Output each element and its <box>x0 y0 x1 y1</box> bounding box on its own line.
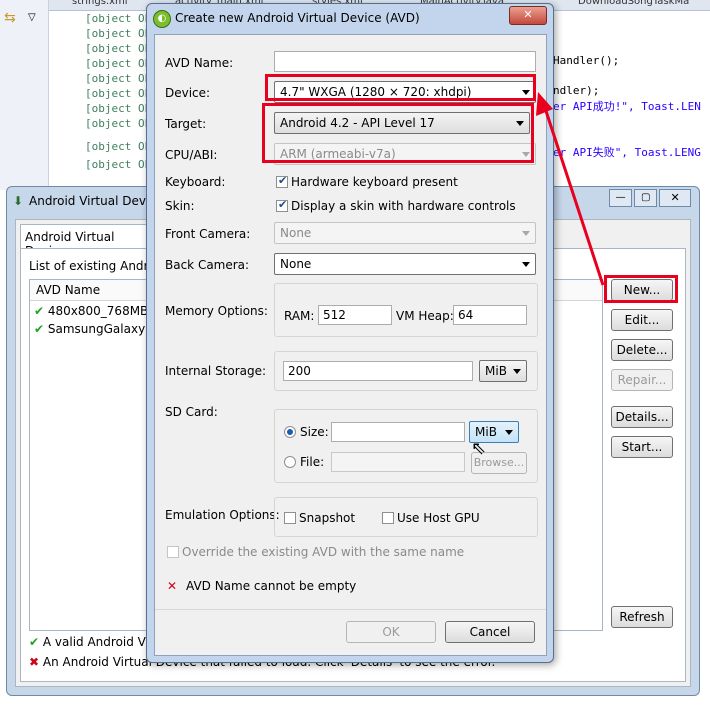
close-icon[interactable]: ✕ <box>659 189 691 207</box>
host-gpu-label: Use Host GPU <box>397 511 480 525</box>
sd-size-radio[interactable] <box>284 426 296 438</box>
internal-storage-label: Internal Storage: <box>165 364 267 378</box>
error-icon: ✕ <box>167 579 178 593</box>
sd-file-input[interactable] <box>331 452 465 472</box>
target-label: Target: <box>165 117 207 131</box>
chevron-down-icon <box>505 430 513 435</box>
avd-name-input[interactable] <box>274 51 536 72</box>
ide-side-panel: ⇆ ▽ <box>0 0 49 190</box>
chevron-down-icon <box>522 231 530 236</box>
tab-android-virtual-devices[interactable]: Android Virtual Devices <box>20 224 162 258</box>
ram-input[interactable]: 512 <box>318 305 392 325</box>
emulation-options-label: Emulation Options: <box>165 508 280 522</box>
internal-storage-group: 200 MiB <box>274 351 538 391</box>
check-icon: ✔ <box>29 635 40 649</box>
download-icon: ⬇ <box>13 194 24 208</box>
start-button[interactable]: Start... <box>611 436 673 458</box>
ok-button[interactable]: OK <box>346 621 436 643</box>
refresh-button[interactable]: Refresh <box>611 606 673 628</box>
internal-storage-input[interactable]: 200 <box>283 361 473 381</box>
front-camera-select[interactable]: None <box>274 222 536 244</box>
vm-heap-label: VM Heap: <box>396 309 454 323</box>
new-highlight-box <box>604 275 678 303</box>
back-camera-label: Back Camera: <box>165 258 250 272</box>
android-icon: ◐ <box>153 10 171 28</box>
skin-checkbox-label: Display a skin with hardware controls <box>291 199 516 213</box>
sd-file-radio[interactable] <box>284 456 296 468</box>
sd-size-label: Size: <box>300 425 329 439</box>
vm-heap-input[interactable]: 64 <box>453 305 527 325</box>
check-icon: ✔ <box>34 304 45 318</box>
chevron-down-icon <box>513 369 521 374</box>
keyboard-checkbox[interactable] <box>276 174 288 188</box>
front-camera-label: Front Camera: <box>165 227 251 241</box>
host-gpu-checkbox[interactable] <box>382 512 394 524</box>
override-checkbox[interactable] <box>167 546 179 558</box>
error-message: AVD Name cannot be empty <box>186 579 357 593</box>
maximize-icon[interactable]: ▢ <box>634 189 658 207</box>
back-camera-select[interactable]: None <box>274 253 536 275</box>
sync-icon[interactable]: ⇆ <box>4 10 16 26</box>
emulation-options-group: Snapshot Use Host GPU <box>274 497 538 537</box>
window-controls: — ▢ ✕ <box>609 189 691 207</box>
sd-card-label: SD Card: <box>165 405 218 419</box>
target-cpu-highlight-box <box>262 103 534 163</box>
skin-label: Skin: <box>165 199 195 213</box>
cancel-button[interactable]: Cancel <box>445 621 535 643</box>
memory-options-label: Memory Options: <box>165 304 268 318</box>
cpu-abi-label: CPU/ABI: <box>165 148 218 162</box>
mouse-cursor-icon: ⇖ <box>471 438 487 459</box>
edit-button[interactable]: Edit... <box>611 309 673 331</box>
editor-tab-strings[interactable]: strings.xml <box>72 0 128 8</box>
ram-label: RAM: <box>284 309 315 323</box>
window-title: Android Virtual Device <box>29 194 164 208</box>
override-label: Override the existing AVD with the same … <box>182 545 465 559</box>
list-item[interactable]: ✔ 480x800_768MB <box>34 304 148 320</box>
repair-button[interactable]: Repair... <box>611 369 673 391</box>
divider <box>155 609 546 610</box>
chevron-down-icon[interactable]: ▽ <box>28 12 36 23</box>
avd-name-label: AVD Name: <box>165 56 234 70</box>
cross-icon: ✖ <box>29 655 40 669</box>
sd-size-input[interactable] <box>331 422 465 442</box>
internal-storage-unit-select[interactable]: MiB <box>479 360 527 382</box>
snapshot-label: Snapshot <box>299 511 356 525</box>
keyboard-label: Keyboard: <box>165 175 226 189</box>
device-highlight-box <box>265 74 536 101</box>
device-label: Device: <box>165 86 211 100</box>
keyboard-checkbox-label: Hardware keyboard present <box>291 175 458 189</box>
sd-card-group: Size: MiB File: Browse... ⇖ <box>274 409 538 483</box>
column-header-avd-name[interactable]: AVD Name <box>36 283 100 297</box>
editor-tab-downloadsongtask[interactable]: DownloadSongTaskMa <box>578 0 689 8</box>
memory-options-group: RAM: 512 VM Heap: 64 <box>274 283 538 337</box>
chevron-down-icon <box>522 262 530 267</box>
minimize-icon[interactable]: — <box>609 189 633 207</box>
snapshot-checkbox[interactable] <box>284 512 296 524</box>
close-icon[interactable]: ✕ <box>509 6 547 25</box>
dialog-title: Create new Android Virtual Device (AVD) <box>175 11 420 25</box>
sd-file-label: File: <box>300 455 325 469</box>
delete-button[interactable]: Delete... <box>611 339 673 361</box>
check-icon: ✔ <box>34 322 45 336</box>
skin-checkbox[interactable] <box>276 198 288 212</box>
create-avd-dialog: ◐ Create new Android Virtual Device (AVD… <box>146 3 554 663</box>
list-item[interactable]: ✔ SamsungGalaxySII <box>34 322 160 338</box>
details-button[interactable]: Details... <box>611 406 673 428</box>
